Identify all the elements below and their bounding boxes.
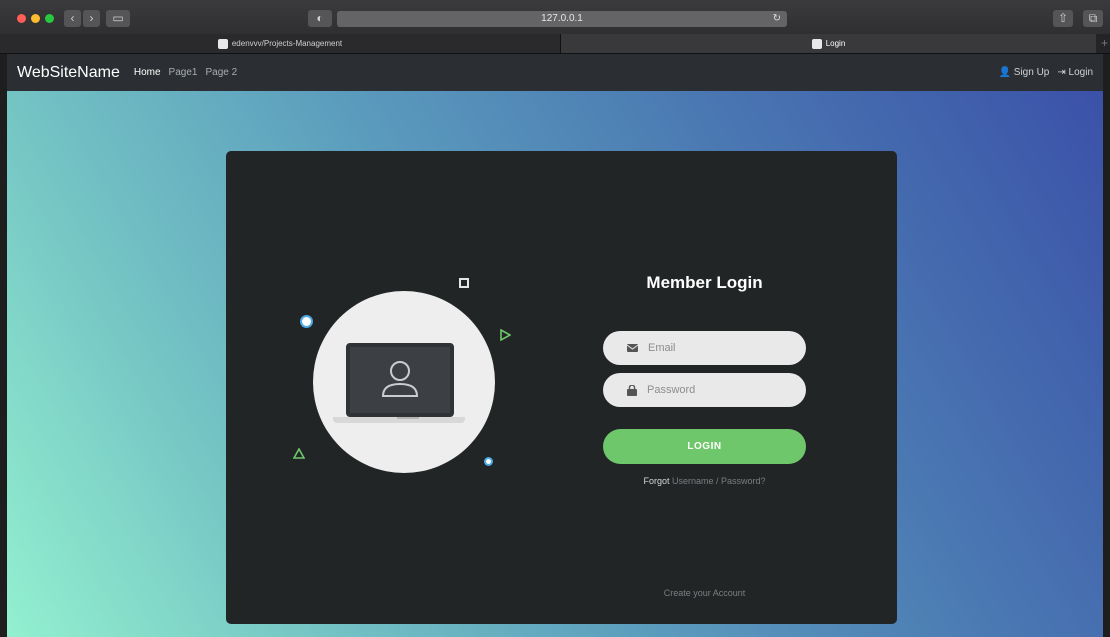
create-account-link[interactable]: Create your Account — [603, 588, 806, 598]
tab-label: Login — [825, 39, 846, 48]
tab-login[interactable]: Login — [561, 34, 1096, 53]
zoom-window-button[interactable] — [45, 14, 54, 23]
password-input[interactable] — [645, 383, 789, 397]
tabs-overview-icon[interactable]: ⧉ — [1083, 10, 1103, 27]
forgot-prefix: Forgot — [643, 476, 670, 486]
decor-square-icon — [459, 278, 469, 288]
illustration-circle — [313, 291, 495, 473]
forward-button[interactable]: › — [83, 10, 100, 27]
page-favicon-icon — [811, 38, 822, 49]
reload-icon[interactable]: ↻ — [773, 11, 781, 27]
decor-triangle-icon — [293, 448, 305, 459]
user-avatar-icon — [381, 361, 419, 397]
forgot-link[interactable]: Username / Password? — [672, 476, 766, 486]
user-icon: 👤 — [998, 67, 1011, 78]
laptop-user-icon — [346, 343, 454, 417]
share-icon[interactable]: ⇧ — [1053, 10, 1073, 27]
decor-dot-small-icon — [486, 459, 491, 464]
browser-titlebar: ‹ › ▭ ◐ 127.0.0.1 ↻ ⇧ ⧉ — [0, 0, 1110, 35]
tab-projects-management[interactable]: edenvvv/Projects-Management — [0, 34, 561, 53]
page-viewport: WebSiteName Home Page1 Page 2 👤 Sign Up … — [7, 54, 1103, 637]
tab-bar: edenvvv/Projects-Management Login + — [0, 34, 1110, 54]
nav-right-group: 👤 Sign Up ⇥ Login — [999, 67, 1093, 78]
nav-home[interactable]: Home — [134, 67, 161, 78]
login-label: Login — [1068, 67, 1093, 78]
sign-up-label: Sign Up — [1013, 67, 1050, 78]
email-input[interactable] — [646, 341, 790, 355]
decor-play-triangle-icon — [500, 329, 511, 341]
privacy-shield-icon[interactable]: ◐ — [308, 10, 332, 27]
sign-up-link[interactable]: 👤 Sign Up — [999, 67, 1050, 78]
signin-icon: ⇥ — [1057, 67, 1066, 78]
laptop-base — [333, 417, 465, 423]
close-window-button[interactable] — [17, 14, 26, 23]
site-navbar: WebSiteName Home Page1 Page 2 👤 Sign Up … — [7, 54, 1103, 91]
decor-dot-icon — [302, 317, 311, 326]
envelope-icon — [627, 344, 638, 352]
url-text: 127.0.0.1 — [541, 13, 583, 24]
back-button[interactable]: ‹ — [64, 10, 81, 27]
nav-page2[interactable]: Page 2 — [205, 67, 237, 78]
tab-label: edenvvv/Projects-Management — [231, 39, 343, 48]
login-button[interactable]: LOGIN — [603, 429, 806, 464]
email-field[interactable] — [603, 331, 806, 365]
forgot-credentials: Forgot Username / Password? — [603, 476, 806, 486]
sidebar-toggle-icon[interactable]: ▭ — [106, 10, 130, 27]
address-bar[interactable]: 127.0.0.1 ↻ — [337, 11, 787, 27]
new-tab-icon[interactable]: + — [1101, 36, 1108, 50]
nav-page1[interactable]: Page1 — [169, 67, 198, 78]
login-title: Member Login — [646, 273, 763, 292]
minimize-window-button[interactable] — [31, 14, 40, 23]
laptop-notch — [397, 417, 419, 419]
github-icon — [217, 38, 228, 49]
login-card: Member Login LOGIN Forgot Username / Pas… — [226, 151, 897, 624]
site-brand[interactable]: WebSiteName — [17, 64, 120, 82]
lock-icon — [627, 384, 637, 396]
password-field[interactable] — [603, 373, 806, 407]
login-link[interactable]: ⇥ Login — [1057, 67, 1093, 78]
